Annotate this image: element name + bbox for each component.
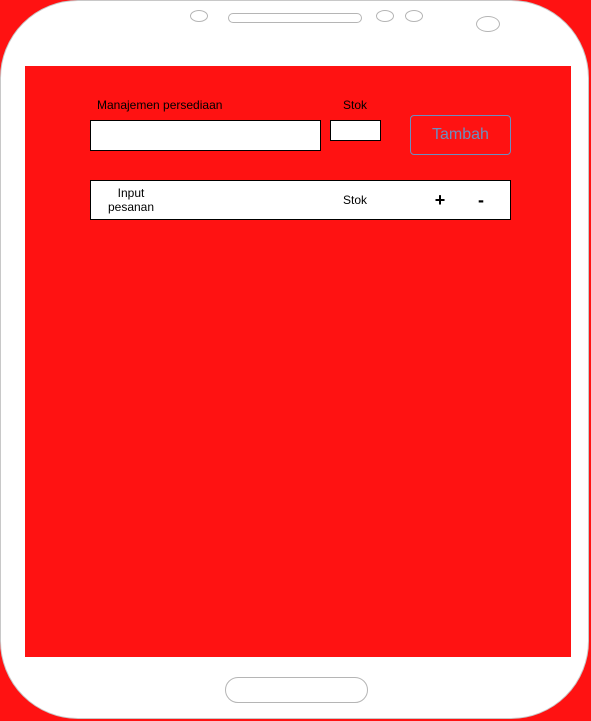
order-input-label-line1: Input — [117, 186, 145, 200]
decrement-button[interactable]: - — [472, 189, 490, 211]
home-button[interactable] — [225, 677, 368, 703]
stock-label: Stok — [343, 98, 368, 112]
order-stock-label: Stok — [343, 193, 368, 207]
order-input-label-line2: pesanan — [107, 200, 155, 214]
order-input-label[interactable]: Input pesanan — [105, 186, 157, 214]
sensor-dot — [190, 10, 208, 22]
add-button[interactable]: Tambah — [410, 115, 511, 155]
increment-button[interactable]: + — [431, 189, 449, 211]
front-camera — [476, 16, 500, 32]
item-name-label: Manajemen persediaan — [97, 98, 223, 112]
stock-input[interactable] — [330, 120, 381, 141]
phone-frame — [0, 0, 589, 719]
sensor-dot — [376, 10, 394, 22]
item-name-input[interactable] — [90, 120, 321, 151]
order-row: Input pesanan Stok + - — [90, 180, 511, 220]
earpiece-speaker — [228, 13, 362, 23]
sensor-dot — [405, 10, 423, 22]
